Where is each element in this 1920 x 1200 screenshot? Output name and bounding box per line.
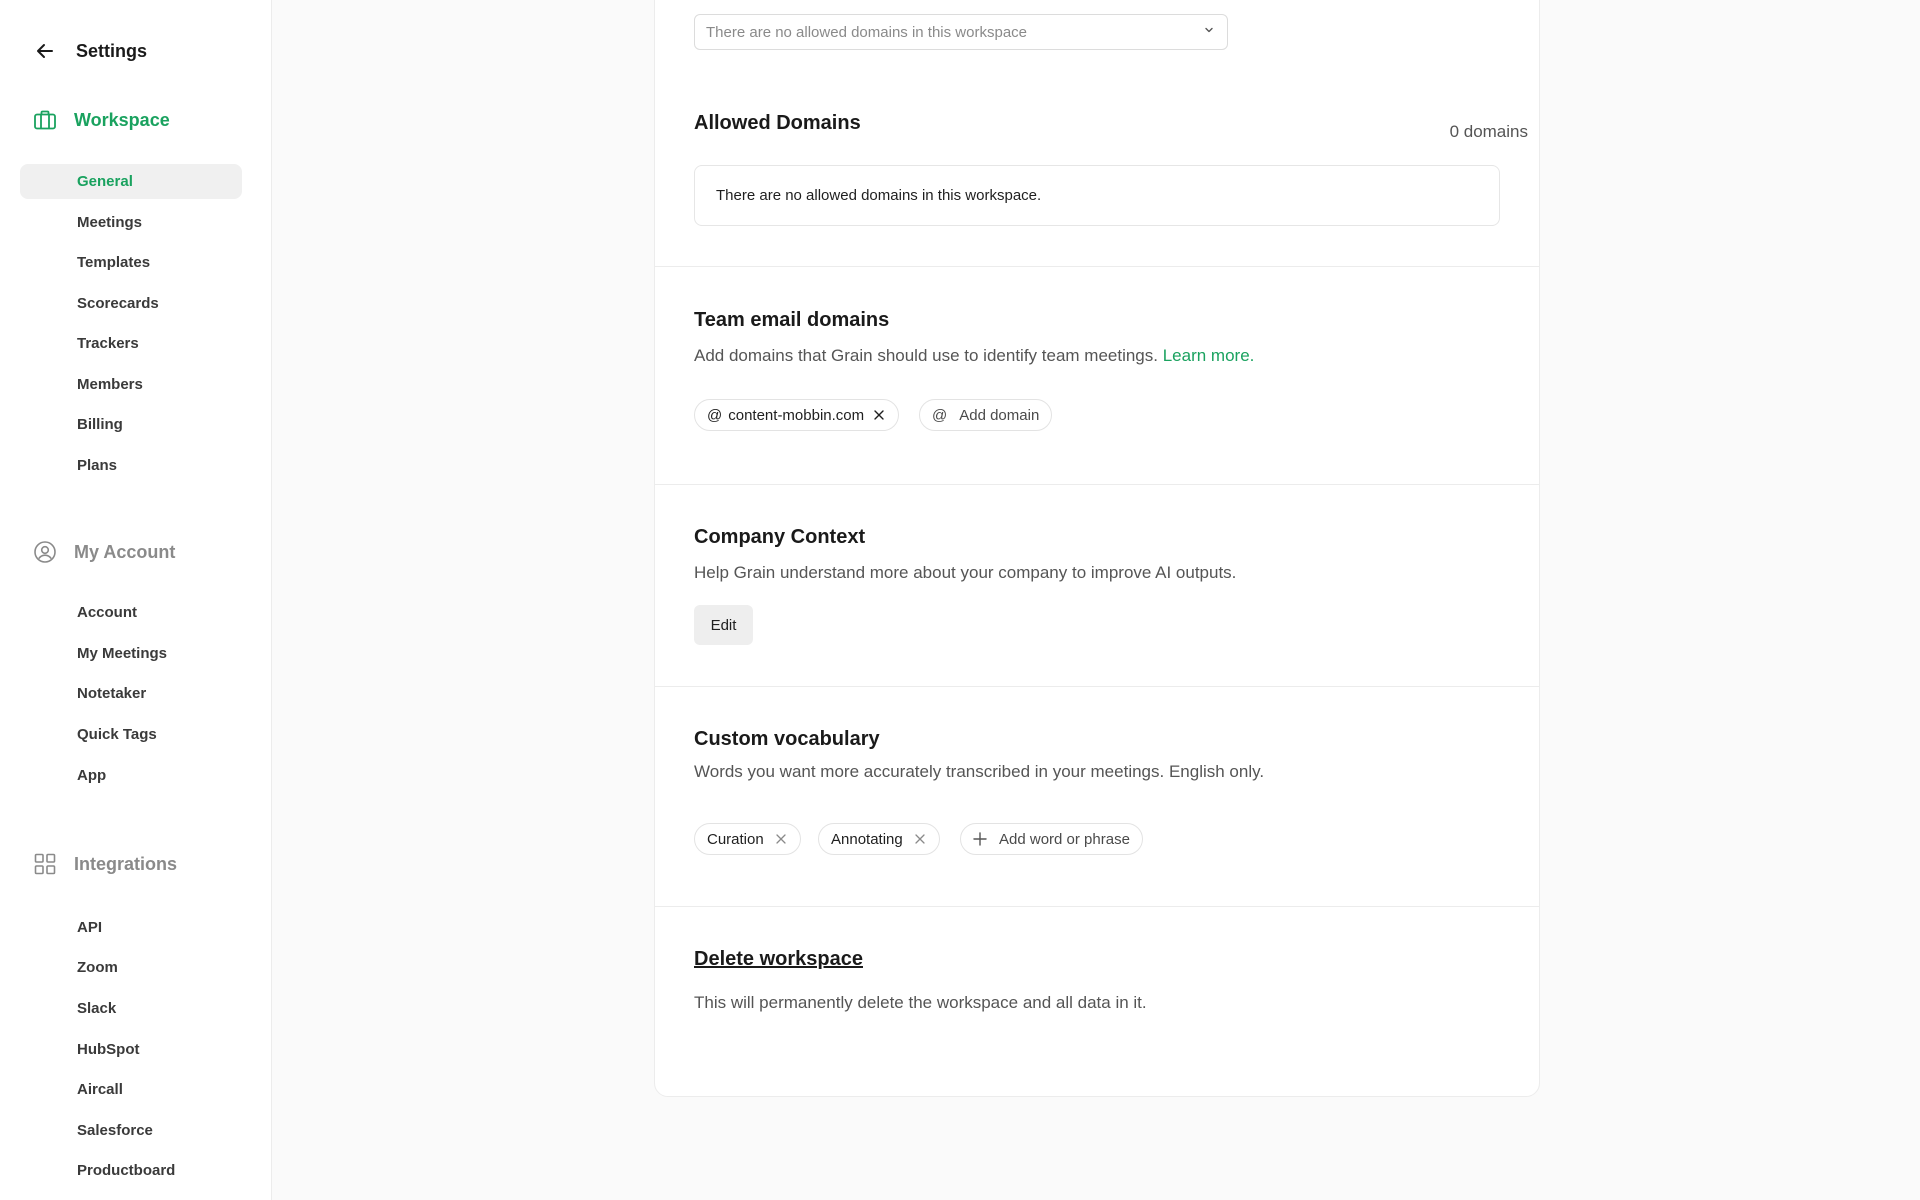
delete-workspace-link[interactable]: Delete workspace (694, 948, 863, 971)
add-domain-label: Add domain (959, 406, 1040, 424)
domain-chip-label: content-mobbin.com (728, 406, 865, 424)
domain-chip: @ content-mobbin.com (694, 399, 900, 431)
section-my-account[interactable]: My Account (33, 540, 175, 564)
company-context-title: Company Context (694, 526, 866, 548)
remove-word-icon[interactable] (774, 832, 788, 846)
sidebar-item-general[interactable]: General (20, 164, 242, 199)
section-divider (654, 266, 1540, 267)
user-circle-icon (33, 540, 57, 564)
team-email-domains-title: Team email domains (694, 309, 890, 331)
chevron-down-icon (1203, 23, 1215, 41)
sidebar-title: Settings (76, 40, 148, 61)
sidebar-item-trackers[interactable]: Trackers (20, 326, 242, 361)
sidebar-item-salesforce[interactable]: Salesforce (20, 1113, 242, 1148)
vocabulary-chip: Annotating (818, 823, 940, 855)
section-label-my-account: My Account (74, 541, 176, 562)
sidebar-item-productboard[interactable]: Productboard (20, 1153, 242, 1188)
section-integrations[interactable]: Integrations (33, 852, 177, 876)
allowed-domains-empty-state: There are no allowed domains in this wor… (694, 165, 1500, 226)
remove-domain-icon[interactable] (872, 408, 886, 422)
team-email-domains-description: Add domains that Grain should use to ide… (694, 346, 1254, 366)
section-divider (654, 484, 1540, 485)
vocabulary-chip-label: Annotating (831, 830, 903, 848)
vocabulary-chip-label: Curation (707, 830, 764, 848)
sidebar-item-members[interactable]: Members (20, 367, 242, 402)
sidebar-item-scorecards[interactable]: Scorecards (20, 286, 242, 321)
section-workspace[interactable]: Workspace (33, 108, 170, 132)
vocabulary-chip: Curation (694, 823, 801, 855)
sidebar-item-templates[interactable]: Templates (20, 245, 242, 280)
sidebar-item-slack[interactable]: Slack (20, 991, 242, 1026)
settings-sidebar: Settings Workspace General Meetings Temp… (0, 0, 272, 1200)
custom-vocabulary-description: Words you want more accurately transcrib… (694, 762, 1265, 781)
sidebar-item-hubspot[interactable]: HubSpot (20, 1032, 242, 1067)
section-label-integrations: Integrations (74, 853, 178, 874)
plus-icon (973, 832, 987, 846)
section-label-workspace: Workspace (74, 109, 170, 130)
at-sign-icon: @ (932, 406, 948, 424)
grid-icon (33, 852, 57, 876)
allowed-domains-title: Allowed Domains (694, 112, 861, 134)
learn-more-link[interactable]: Learn more. (1163, 346, 1255, 365)
sidebar-item-meetings[interactable]: Meetings (20, 205, 242, 240)
add-word-button[interactable]: Add word or phrase (960, 823, 1143, 855)
section-divider (654, 906, 1540, 907)
team-email-desc-text: Add domains that Grain should use to ide… (694, 346, 1158, 365)
sidebar-item-api[interactable]: API (20, 910, 242, 945)
sidebar-item-aircall[interactable]: Aircall (20, 1072, 242, 1107)
sidebar-item-billing[interactable]: Billing (20, 407, 242, 442)
sidebar-item-my-meetings[interactable]: My Meetings (20, 636, 242, 671)
at-sign-icon: @ (707, 406, 723, 424)
back-arrow-icon[interactable] (34, 40, 56, 62)
allowed-domains-count: 0 domains (1449, 122, 1528, 141)
sidebar-item-notetaker[interactable]: Notetaker (20, 676, 242, 711)
sidebar-item-app[interactable]: App (20, 758, 242, 793)
add-word-label: Add word or phrase (999, 830, 1130, 848)
allowed-domain-select[interactable]: There are no allowed domains in this wor… (694, 14, 1228, 50)
sidebar-item-account[interactable]: Account (20, 595, 242, 630)
section-divider (654, 686, 1540, 687)
company-context-description: Help Grain understand more about your co… (694, 563, 1237, 582)
delete-workspace-description: This will permanently delete the workspa… (694, 993, 1147, 1012)
sidebar-item-quick-tags[interactable]: Quick Tags (20, 717, 242, 752)
sidebar-item-zoom[interactable]: Zoom (20, 950, 242, 985)
edit-company-context-button[interactable]: Edit (694, 605, 753, 645)
custom-vocabulary-title: Custom vocabulary (694, 728, 880, 750)
remove-word-icon[interactable] (913, 832, 927, 846)
briefcase-icon (33, 108, 57, 132)
sidebar-item-plans[interactable]: Plans (20, 448, 242, 483)
add-domain-button[interactable]: @ Add domain (919, 399, 1053, 431)
select-placeholder: There are no allowed domains in this wor… (706, 23, 1027, 41)
sidebar-header: Settings (34, 40, 147, 62)
